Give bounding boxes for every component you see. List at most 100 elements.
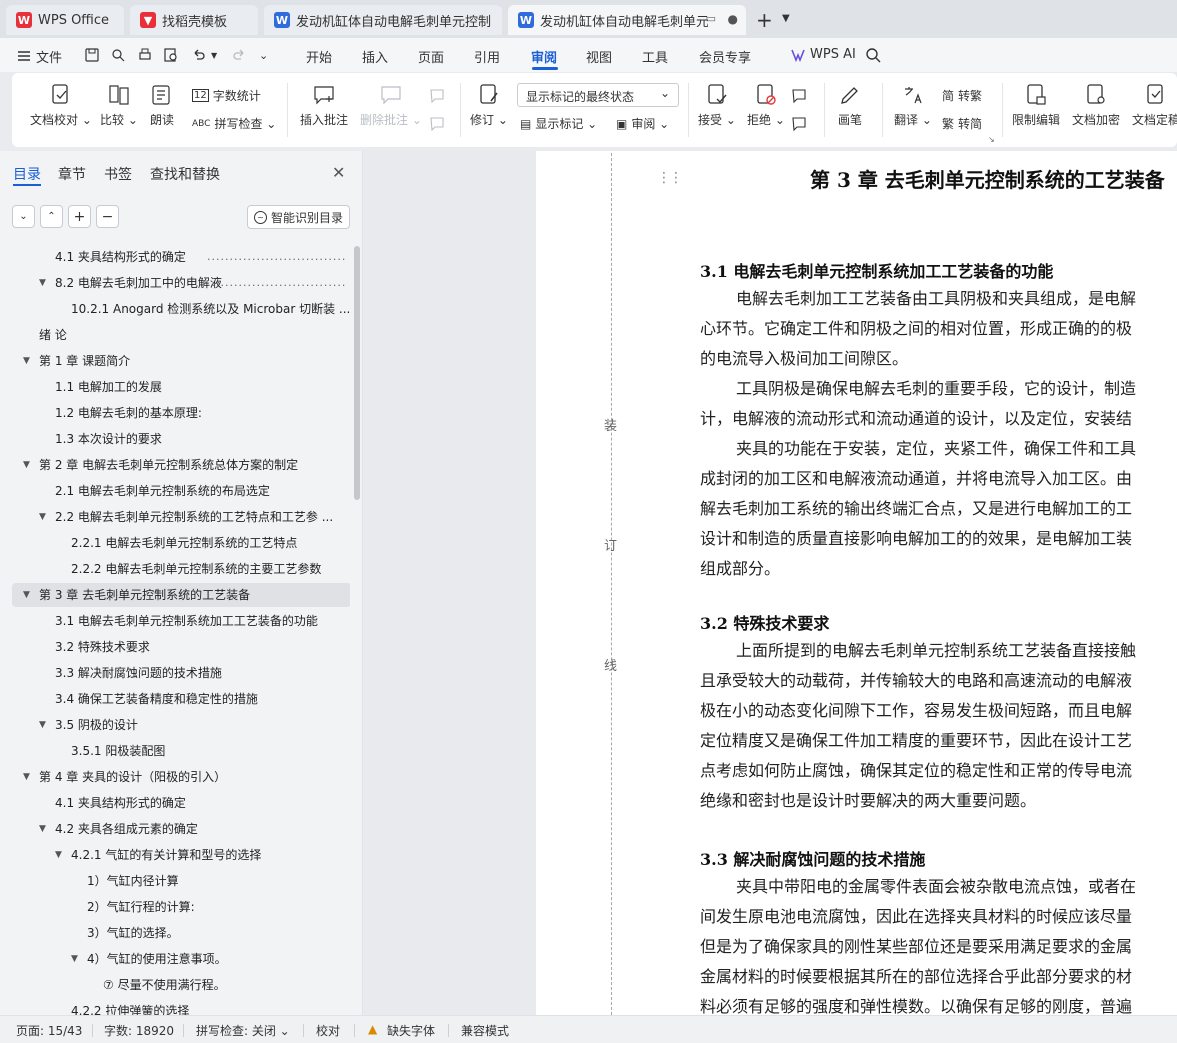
toc-item[interactable]: 3.2 特殊技术要求 bbox=[0, 635, 350, 659]
add-heading-button[interactable]: + bbox=[68, 205, 91, 228]
menu-wps-ai[interactable]: WPS AI bbox=[810, 47, 856, 62]
toc-item[interactable]: 4.1 夹具结构形式的确定...........................… bbox=[0, 245, 350, 269]
toc-item[interactable]: 4.1 夹具结构形式的确定 bbox=[0, 791, 350, 815]
expand-arrow-icon[interactable]: ▼ bbox=[39, 271, 46, 295]
toc-item[interactable]: 3）气缸的选择。 bbox=[0, 921, 350, 945]
menu-references[interactable]: 引用 bbox=[474, 47, 500, 66]
tab-document-1[interactable]: W 发动机缸体自动电解毛刺单元控制系统 bbox=[264, 5, 502, 35]
toc-item[interactable]: ▼ 4）气缸的使用注意事项。 bbox=[0, 947, 350, 971]
collapse-all-button[interactable]: ⌄ bbox=[12, 205, 35, 228]
accept-button[interactable]: 接受 ⌄ bbox=[698, 83, 736, 128]
tab-wps-office[interactable]: W WPS Office bbox=[6, 5, 124, 35]
expand-up-button[interactable]: ⌃ bbox=[40, 205, 63, 228]
menu-tools[interactable]: 工具 bbox=[642, 47, 668, 66]
toc-item[interactable]: 绪 论 bbox=[0, 323, 350, 347]
remove-heading-button[interactable]: − bbox=[96, 205, 119, 228]
search-icon[interactable] bbox=[865, 47, 881, 63]
redo-icon[interactable] bbox=[231, 47, 247, 63]
toc-item[interactable]: ▼ 2.2 电解去毛刺单元控制系统的工艺特点和工艺参 ... bbox=[0, 505, 350, 529]
file-menu[interactable]: 文件 bbox=[36, 47, 62, 66]
tab-chapters[interactable]: 章节 bbox=[58, 164, 86, 184]
toc-item[interactable]: 1）气缸内径计算 bbox=[0, 869, 350, 893]
show-markup-button[interactable]: ▤ 显示标记 ⌄ bbox=[520, 115, 597, 132]
expand-arrow-icon[interactable]: ▼ bbox=[39, 713, 46, 737]
undo-dropdown-icon[interactable]: ▼ bbox=[211, 51, 217, 60]
previous-change-icon[interactable] bbox=[790, 87, 808, 105]
expand-arrow-icon[interactable]: ▼ bbox=[55, 843, 62, 867]
toc-item[interactable]: ▼ 第 2 章 电解去毛刺单元控制系统总体方案的制定 bbox=[0, 453, 350, 477]
toc-scrollbar[interactable] bbox=[354, 246, 360, 500]
toc-item[interactable]: 3.5.1 阳极装配图 bbox=[0, 739, 350, 763]
smart-toc-button[interactable]: ~ 智能识别目录 bbox=[247, 205, 350, 229]
menu-view[interactable]: 视图 bbox=[586, 47, 612, 66]
toc-item[interactable]: ▼ 第 3 章 去毛刺单元控制系统的工艺装备 bbox=[12, 583, 350, 607]
insert-comment-button[interactable]: 插入批注 bbox=[300, 83, 348, 128]
toc-item[interactable]: 2）气缸行程的计算: bbox=[0, 895, 350, 919]
track-changes-button[interactable]: 修订 ⌄ bbox=[470, 83, 508, 128]
ink-pen-button[interactable]: 画笔 bbox=[838, 83, 862, 128]
page-indicator[interactable]: 页面: 15/43 bbox=[16, 1022, 82, 1039]
expand-arrow-icon[interactable]: ▼ bbox=[71, 947, 78, 971]
toc-item[interactable]: ▼ 3.5 阴极的设计 bbox=[0, 713, 350, 737]
print-preview-icon[interactable] bbox=[163, 47, 179, 63]
toc-item[interactable]: 3.3 解决耐腐蚀问题的技术措施 bbox=[0, 661, 350, 685]
spell-check-button[interactable]: ABC 拼写检查 ⌄ bbox=[192, 115, 276, 132]
doc-proofread-button[interactable]: 文档校对 ⌄ bbox=[30, 83, 92, 128]
tab-find-replace[interactable]: 查找和替换 bbox=[150, 164, 220, 184]
toc-item[interactable]: 2.1 电解去毛刺单元控制系统的布局选定 bbox=[0, 479, 350, 503]
expand-arrow-icon[interactable]: ▼ bbox=[23, 349, 30, 373]
toc-item[interactable]: ⑦ 尽量不使用满行程。 bbox=[0, 973, 350, 997]
tab-close-dot-icon[interactable]: ● bbox=[728, 12, 738, 26]
print-icon[interactable] bbox=[137, 47, 153, 63]
word-count-indicator[interactable]: 字数: 18920 bbox=[104, 1022, 174, 1039]
next-comment-icon[interactable] bbox=[428, 115, 446, 133]
ribbon-expand-icon[interactable]: ↘ bbox=[988, 135, 995, 144]
tab-document-2[interactable]: W 发动机缸体自动电解毛刺单元 ▭ ● bbox=[508, 5, 746, 35]
to-traditional-button[interactable]: 简 转繁 bbox=[942, 87, 982, 104]
delete-comment-button[interactable]: 删除批注 ⌄ bbox=[360, 83, 422, 128]
toc-item[interactable]: 3.1 电解去毛刺单元控制系统加工工艺装备的功能 bbox=[0, 609, 350, 633]
toc-item[interactable]: ▼ 第 4 章 夹具的设计（阳极的引入） bbox=[0, 765, 350, 789]
next-change-icon[interactable] bbox=[790, 115, 808, 133]
toc-item[interactable]: 2.2.1 电解去毛刺单元控制系统的工艺特点 bbox=[0, 531, 350, 555]
drag-handle-icon[interactable]: ⋮⋮ bbox=[657, 170, 683, 186]
toc-item[interactable]: 1.3 本次设计的要求 bbox=[0, 427, 350, 451]
restrict-edit-button[interactable]: 限制编辑 bbox=[1012, 83, 1060, 128]
doc-finalize-button[interactable]: 文档定稿 bbox=[1132, 83, 1177, 128]
menu-insert[interactable]: 插入 bbox=[362, 47, 388, 66]
to-simplified-button[interactable]: 繁 转简 bbox=[942, 115, 982, 132]
previous-comment-icon[interactable] bbox=[428, 87, 446, 105]
spell-check-status[interactable]: 拼写检查: 关闭 ⌄ bbox=[196, 1022, 290, 1039]
toc-item[interactable]: ▼ 第 1 章 课题简介 bbox=[0, 349, 350, 373]
export-pdf-icon[interactable] bbox=[110, 47, 126, 63]
expand-arrow-icon[interactable]: ▼ bbox=[39, 817, 46, 841]
read-aloud-button[interactable]: 朗读 bbox=[150, 83, 174, 128]
compare-button[interactable]: 比较 ⌄ bbox=[100, 83, 138, 128]
translate-button[interactable]: 翻译 ⌄ bbox=[894, 83, 932, 128]
expand-arrow-icon[interactable]: ▼ bbox=[23, 765, 30, 789]
expand-arrow-icon[interactable]: ▼ bbox=[23, 453, 30, 477]
tab-docer-templates[interactable]: ▼ 找稻壳模板 bbox=[130, 5, 258, 35]
word-count-button[interactable]: 12 字数统计 bbox=[192, 87, 261, 104]
menu-home[interactable]: 开始 bbox=[306, 47, 332, 66]
undo-icon[interactable] bbox=[191, 47, 207, 63]
hamburger-menu-icon[interactable] bbox=[16, 48, 32, 64]
tab-toc[interactable]: 目录 bbox=[13, 164, 41, 184]
toc-item[interactable]: ▼ 4.2.1 气缸的有关计算和型号的选择 bbox=[0, 843, 350, 867]
toc-item[interactable]: 10.2.1 Anogard 检测系统以及 Microbar 切断装 ... bbox=[0, 297, 350, 321]
expand-arrow-icon[interactable]: ▼ bbox=[23, 583, 30, 607]
toc-item[interactable]: 1.1 电解加工的发展 bbox=[0, 375, 350, 399]
tab-bookmarks[interactable]: 书签 bbox=[104, 164, 132, 184]
menu-membership[interactable]: 会员专享 bbox=[699, 47, 751, 66]
reject-button[interactable]: 拒绝 ⌄ bbox=[747, 83, 785, 128]
toc-item[interactable]: ▼ 4.2 夹具各组成元素的确定 bbox=[0, 817, 350, 841]
toc-item[interactable]: ▼ 8.2 电解去毛刺加工中的电解液.......................… bbox=[0, 271, 350, 295]
markup-display-select[interactable]: 显示标记的最终状态 ⌄ bbox=[517, 83, 679, 107]
menu-page[interactable]: 页面 bbox=[418, 47, 444, 66]
menu-review[interactable]: 审阅 bbox=[531, 47, 557, 66]
review-pane-button[interactable]: ▣ 审阅 ⌄ bbox=[616, 115, 669, 132]
expand-arrow-icon[interactable]: ▼ bbox=[39, 505, 46, 529]
toc-item[interactable]: 2.2.2 电解去毛刺单元控制系统的主要工艺参数 bbox=[0, 557, 350, 581]
toc-item[interactable]: 1.2 电解去毛刺的基本原理: bbox=[0, 401, 350, 425]
quick-access-more-icon[interactable]: ⌄ bbox=[259, 49, 268, 62]
